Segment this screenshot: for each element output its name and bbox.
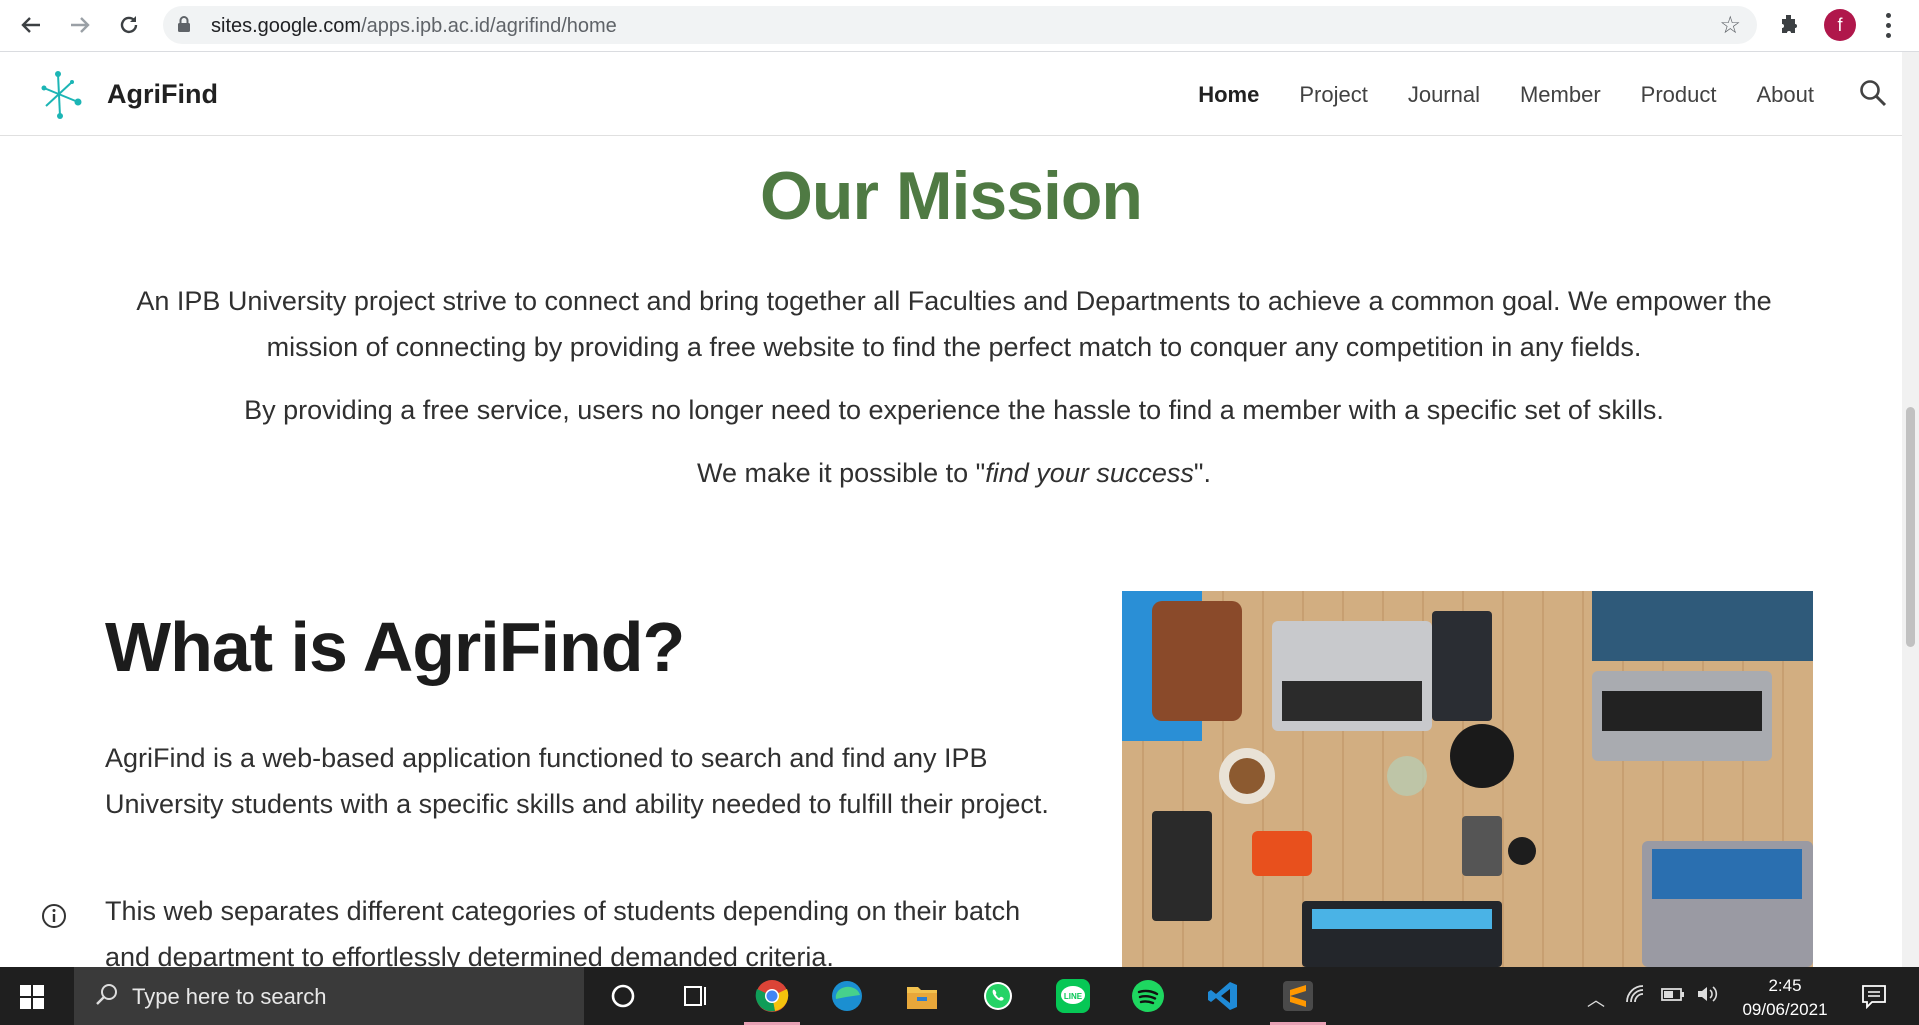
notification-center-icon[interactable] [1860,983,1888,1009]
what-paragraph-1: AgriFind is a web-based application func… [105,743,1049,819]
reload-icon[interactable] [112,8,146,42]
agrifind-logo-icon[interactable] [38,68,86,122]
whatsapp-icon[interactable] [978,976,1018,1016]
url-text: sites.google.com/apps.ipb.ac.id/agrifind… [211,15,617,37]
profile-avatar[interactable]: f [1824,9,1856,41]
cortana-icon[interactable] [603,976,643,1016]
tray-overflow-icon[interactable]: ︿ [1587,986,1605,1012]
nav-about[interactable]: About [1757,82,1815,108]
mission-paragraph-3: We make it possible to "find your succes… [697,458,1211,488]
info-icon[interactable] [40,902,68,930]
system-clock[interactable]: 2:45 09/06/2021 [1730,974,1840,1022]
page-scrollbar[interactable] [1902,52,1919,967]
clock-date: 09/06/2021 [1742,1000,1828,1019]
taskbar-search-icon [96,984,117,1005]
sublime-text-icon[interactable] [1270,976,1326,1025]
site-header: AgriFind Home Project Journal Member Pro… [0,52,1902,136]
volume-icon[interactable] [1696,984,1720,1010]
line-app-icon[interactable]: LINE [1053,976,1093,1016]
search-icon[interactable] [1858,78,1888,108]
what-heading: What is AgriFind? [105,608,685,686]
back-icon[interactable] [14,8,48,42]
workspace-photo [1122,591,1813,967]
taskbar-search-box[interactable]: Type here to search [74,967,584,1025]
forward-icon[interactable] [63,8,97,42]
nav-home[interactable]: Home [1198,82,1259,108]
edge-taskbar-icon[interactable] [827,976,867,1016]
windows-start-icon[interactable] [20,985,44,1009]
nav-product[interactable]: Product [1641,82,1717,108]
nav-journal[interactable]: Journal [1408,82,1480,108]
site-title[interactable]: AgriFind [107,79,218,110]
browser-toolbar: sites.google.com/apps.ipb.ac.id/agrifind… [0,0,1919,52]
mission-heading: Our Mission [760,158,1143,234]
browser-menu-icon[interactable] [1878,10,1898,40]
scrollbar-thumb[interactable] [1906,407,1915,647]
clock-time: 2:45 [1768,976,1802,995]
windows-taskbar: Type here to search LINE ︿ 2:45 09/06/20… [0,967,1919,1025]
lock-icon [178,16,190,32]
vscode-icon[interactable] [1203,976,1243,1016]
page-content: Our Mission An IPB University project st… [0,137,1902,967]
nav-member[interactable]: Member [1520,82,1601,108]
nav-project[interactable]: Project [1299,82,1367,108]
file-explorer-icon[interactable] [902,976,942,1016]
address-bar[interactable]: sites.google.com/apps.ipb.ac.id/agrifind… [163,6,1757,44]
spotify-icon[interactable] [1128,976,1168,1016]
main-nav: Home Project Journal Member Product Abou… [1158,82,1814,108]
wifi-icon[interactable] [1625,984,1647,1010]
mission-paragraph-1: An IPB University project strive to conn… [136,286,1772,362]
taskbar-search-placeholder: Type here to search [132,984,327,1009]
extensions-icon[interactable] [1776,11,1804,39]
bookmark-star-icon[interactable]: ☆ [1719,11,1741,40]
mission-paragraph-2: By providing a free service, users no lo… [244,395,1664,425]
what-paragraph-2: This web separates different categories … [105,896,1021,967]
chrome-taskbar-icon[interactable] [744,976,800,1025]
svg-text:LINE: LINE [1064,992,1083,1001]
task-view-icon[interactable] [675,976,715,1016]
battery-icon[interactable] [1660,984,1686,1010]
